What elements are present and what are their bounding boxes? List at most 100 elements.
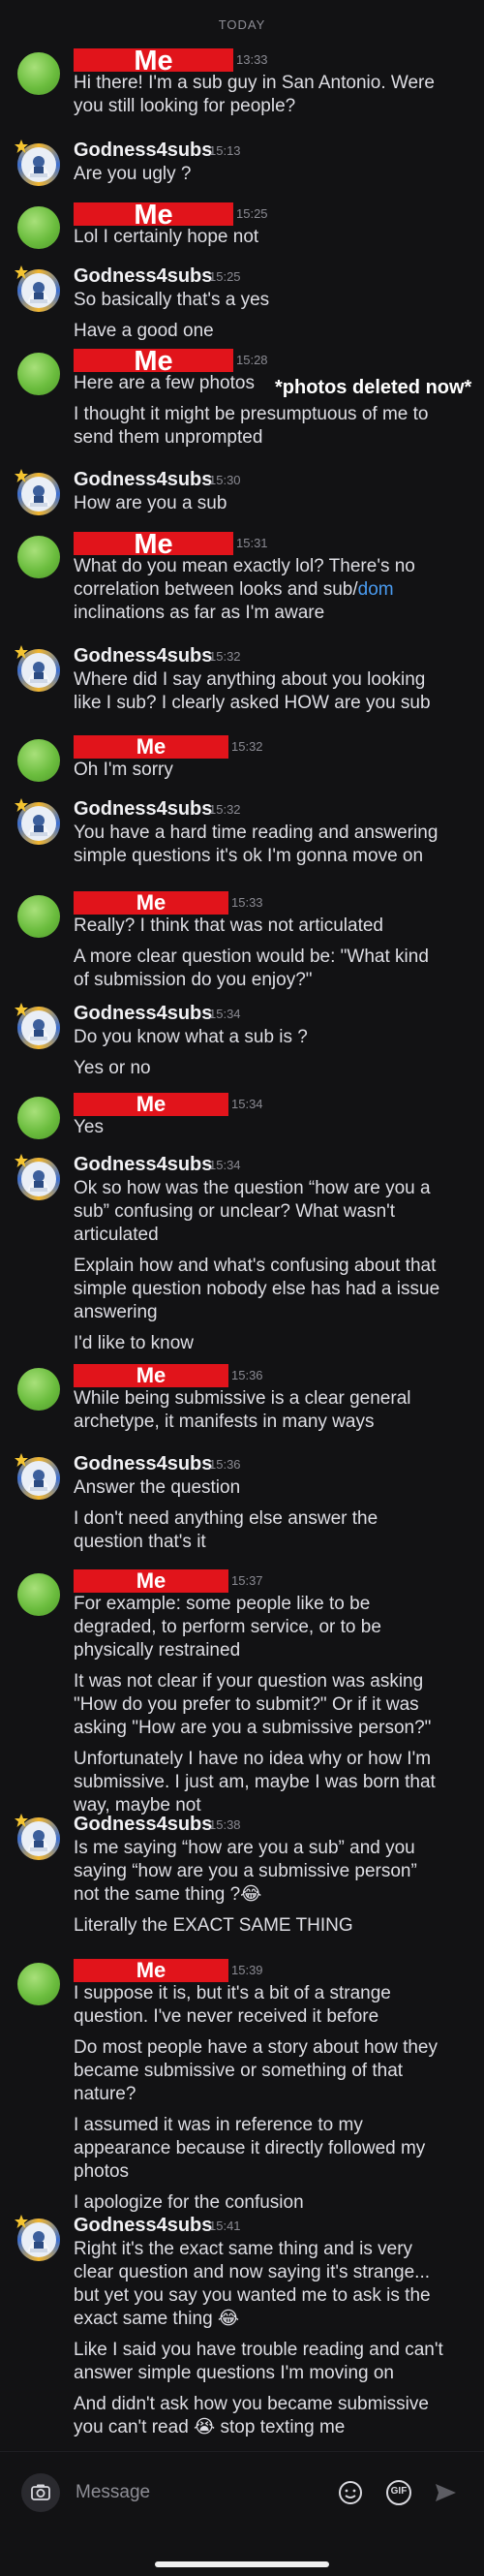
home-indicator <box>155 2561 329 2567</box>
message-timestamp: 15:13 <box>209 143 241 158</box>
message-timestamp: 15:39 <box>231 1963 263 1977</box>
message-text-line: question. I've never received it before <box>74 2006 379 2027</box>
star-badge-icon <box>15 265 28 279</box>
message-text-line: Where did I say anything about you looki… <box>74 669 426 690</box>
message-timestamp: 15:34 <box>209 1007 241 1021</box>
message-text-line: question that's it <box>74 1532 206 1552</box>
message-text-line: clear question and now saying it's stran… <box>74 2262 431 2282</box>
message-text-line: of submission do you enjoy?" <box>74 970 313 990</box>
me-avatar <box>17 1097 60 1139</box>
star-badge-icon <box>15 1003 28 1016</box>
me-avatar <box>17 739 60 782</box>
sender-name: Godness4subs <box>74 140 213 161</box>
message-text-line: exact same thing 😂 <box>74 2309 240 2329</box>
message-text-line: Ok so how was the question “how are you … <box>74 1178 431 1198</box>
message-text-line: photos <box>74 2161 130 2182</box>
message-text-line: physically restrained <box>74 1640 241 1660</box>
photos-deleted-note: *photos deleted now* <box>275 377 472 398</box>
message-text-line: simple question nobody else has had a is… <box>74 1279 440 1299</box>
message-text-line: answer simple questions I'm moving on <box>74 2363 394 2383</box>
message-timestamp: 15:36 <box>209 1457 241 1472</box>
me-avatar <box>17 1963 60 2005</box>
message-text-line: You have a hard time reading and answeri… <box>74 822 439 843</box>
godness4subs-avatar <box>15 140 60 186</box>
star-badge-icon <box>15 1453 28 1467</box>
sender-name: Godness4subs <box>74 2215 213 2236</box>
godness4subs-avatar <box>15 1003 60 1049</box>
me-avatar <box>17 206 60 249</box>
sender-name: Godness4subs <box>74 1814 213 1835</box>
me-avatar <box>17 52 60 95</box>
date-divider: TODAY <box>218 17 266 32</box>
message-text-line: Do you know what a sub is ? <box>74 1027 308 1047</box>
send-icon[interactable] <box>428 2475 463 2510</box>
message-text-line: degraded, to perform service, or to be <box>74 1617 381 1637</box>
godness4subs-avatar <box>15 1154 60 1200</box>
redacted-sender-name: Me <box>74 47 233 76</box>
message-timestamp: 15:38 <box>209 1817 241 1832</box>
sender-name: Godness4subs <box>74 645 213 667</box>
redacted-sender-name: Me <box>74 202 233 230</box>
redacted-sender-name: Me <box>74 735 228 759</box>
godness4subs-avatar <box>15 1453 60 1500</box>
godness4subs-avatar <box>15 1814 60 1860</box>
message-text-line: And didn't ask how you became submissive <box>74 2394 429 2414</box>
message-composer: Message GIF <box>0 2451 484 2576</box>
message-text-line: Unfortunately I have no idea why or how … <box>74 1749 432 1769</box>
message-timestamp: 15:25 <box>209 269 241 284</box>
message-text-line: What do you mean exactly lol? There's no <box>74 556 415 576</box>
camera-button[interactable] <box>21 2473 60 2512</box>
star-badge-icon <box>15 140 28 153</box>
message-text-line: Like I said you have trouble reading and… <box>74 2340 443 2360</box>
godness4subs-avatar <box>15 798 60 845</box>
message-input[interactable]: Message <box>76 2482 150 2503</box>
message-text-line: but yet you say you wanted me to ask is … <box>74 2285 431 2306</box>
gif-button[interactable]: GIF <box>381 2475 416 2510</box>
message-text-line: simple questions it's ok I'm gonna move … <box>74 846 424 866</box>
me-avatar <box>17 1573 60 1616</box>
star-badge-icon <box>15 2215 28 2228</box>
message-text-line: saying “how are you a submissive person” <box>74 1861 417 1881</box>
redacted-sender-name: Me <box>74 348 233 376</box>
emoji-icon[interactable] <box>333 2475 368 2510</box>
message-text-line: archetype, it manifests in many ways <box>74 1412 375 1432</box>
message-timestamp: 15:25 <box>236 206 268 221</box>
link-text[interactable]: dom <box>358 579 394 600</box>
message-text-line: submissive. I just am, maybe I was born … <box>74 1772 436 1792</box>
message-text-line: Have a good one <box>74 321 214 341</box>
message-text-line: "How do you prefer to submit?" Or if it … <box>74 1694 419 1715</box>
camera-icon <box>31 2484 50 2500</box>
me-avatar <box>17 895 60 938</box>
sender-name: Godness4subs <box>74 265 213 287</box>
message-text-line: How are you a sub <box>74 493 227 513</box>
sender-name: Godness4subs <box>74 798 213 820</box>
message-text-line: sub” confusing or unclear? What wasn't <box>74 1201 396 1222</box>
godness4subs-avatar <box>15 2215 60 2261</box>
message-text-line: you can't read 😭 stop texting me <box>74 2417 346 2437</box>
message-text-line: For example: some people like to be <box>74 1594 371 1614</box>
message-text-line: Explain how and what's confusing about t… <box>74 1256 437 1276</box>
message-timestamp: 15:28 <box>236 353 268 367</box>
message-timestamp: 13:33 <box>236 52 268 67</box>
me-avatar <box>17 353 60 395</box>
star-badge-icon <box>15 1154 28 1167</box>
message-timestamp: 15:32 <box>209 802 241 817</box>
message-text-line: inclinations as far as I'm aware <box>74 603 325 623</box>
message-text-line: asking "How are you a submissive person?… <box>74 1718 432 1738</box>
message-text-line: Yes <box>74 1117 104 1137</box>
sender-name: Godness4subs <box>74 1154 213 1175</box>
redacted-sender-name: Me <box>74 1364 228 1387</box>
message-text-line: I thought it might be presumptuous of me… <box>74 404 429 424</box>
message-timestamp: 15:36 <box>231 1368 263 1382</box>
message-text-line: not the same thing ?😂 <box>74 1884 262 1905</box>
sender-name: Godness4subs <box>74 1003 213 1024</box>
message-text-line: Is me saying “how are you a sub” and you <box>74 1838 415 1858</box>
message-timestamp: 15:34 <box>231 1097 263 1111</box>
message-text-line: Really? I think that was not articulated <box>74 916 384 936</box>
message-text-line: send them unprompted <box>74 427 263 448</box>
message-timestamp: 15:31 <box>236 536 268 550</box>
message-timestamp: 15:30 <box>209 473 241 487</box>
message-text-line: Are you ugly ? <box>74 164 192 184</box>
star-badge-icon <box>15 645 28 659</box>
message-timestamp: 15:32 <box>231 739 263 754</box>
